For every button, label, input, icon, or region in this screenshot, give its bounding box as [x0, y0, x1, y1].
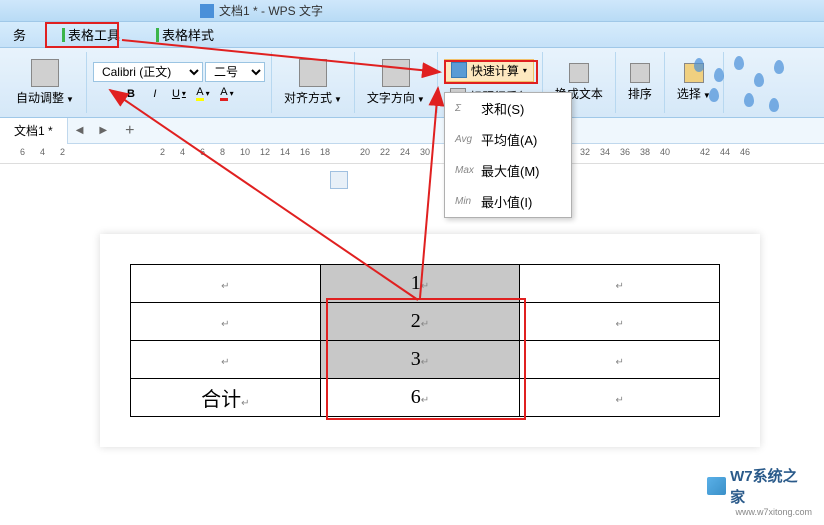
- table-cell[interactable]: ↵: [520, 265, 720, 303]
- wps-doc-icon: [200, 4, 214, 18]
- prev-tab-button[interactable]: ◀: [68, 121, 92, 140]
- table-row[interactable]: ↵ 1↵ ↵: [131, 265, 720, 303]
- calc-max-item[interactable]: Max 最大值(M): [445, 155, 571, 186]
- align-button[interactable]: 对齐方式▼: [278, 57, 348, 108]
- sort-button[interactable]: 排序: [622, 61, 658, 104]
- calc-avg-item[interactable]: Avg 平均值(A): [445, 124, 571, 155]
- quick-calc-button[interactable]: 快速计算 ▾: [444, 59, 534, 82]
- underline-button[interactable]: U▾: [168, 84, 190, 104]
- text-direction-icon: [382, 59, 410, 87]
- align-icon: [299, 59, 327, 87]
- highlight-button[interactable]: A▾: [192, 84, 214, 104]
- table-row[interactable]: ↵ 3↵ ↵: [131, 341, 720, 379]
- italic-button[interactable]: I: [144, 84, 166, 104]
- table-cell-selected[interactable]: 1↵: [320, 265, 520, 303]
- table-cell[interactable]: 6↵: [320, 379, 520, 417]
- calculator-icon: [451, 62, 467, 78]
- sigma-icon: Σ: [455, 103, 475, 114]
- table-cell[interactable]: 合计↵: [131, 379, 321, 417]
- tab-table-style[interactable]: 表格样式: [148, 21, 222, 48]
- font-group: Calibri (正文) 二号 B I U▾ A▾ A▾: [87, 52, 272, 113]
- table-row[interactable]: ↵ 2↵ ↵: [131, 303, 720, 341]
- calc-min-item[interactable]: Min 最小值(I): [445, 186, 571, 217]
- table-cell[interactable]: ↵: [520, 379, 720, 417]
- table-cell[interactable]: ↵: [131, 341, 321, 379]
- table-cell[interactable]: ↵: [520, 303, 720, 341]
- table-cell-selected[interactable]: 3↵: [320, 341, 520, 379]
- title-bar: 文档1 * - WPS 文字: [0, 0, 824, 22]
- auto-adjust-icon: [31, 59, 59, 87]
- sort-icon: [630, 63, 650, 83]
- font-family-select[interactable]: Calibri (正文): [93, 62, 203, 82]
- watermark: W7系统之家 www.w7xitong.com: [707, 509, 812, 517]
- bold-button[interactable]: B: [120, 84, 142, 104]
- tab-service[interactable]: 务: [5, 21, 34, 48]
- page: ↵ 1↵ ↵ ↵ 2↵ ↵ ↵ 3↵ ↵ 合计↵ 6↵ ↵: [100, 234, 760, 447]
- text-direction-button[interactable]: 文字方向▼: [361, 57, 431, 108]
- app-title: 文档1 * - WPS 文字: [219, 2, 323, 19]
- table-cell[interactable]: ↵: [131, 265, 321, 303]
- doc-tab-1[interactable]: 文档1 *: [0, 117, 68, 144]
- word-table[interactable]: ↵ 1↵ ↵ ↵ 2↵ ↵ ↵ 3↵ ↵ 合计↵ 6↵ ↵: [130, 264, 720, 417]
- tab-table-tools[interactable]: 表格工具: [54, 21, 128, 48]
- calc-sum-item[interactable]: Σ 求和(S): [445, 93, 571, 124]
- font-size-select[interactable]: 二号: [205, 62, 265, 82]
- tab-indicator-icon: [62, 28, 65, 42]
- ribbon-toolbar: 自动调整▼ Calibri (正文) 二号 B I U▾ A▾ A▾ 对齐方式▼…: [0, 48, 824, 118]
- min-icon: Min: [455, 196, 475, 207]
- column-insert-handle-icon[interactable]: [330, 171, 348, 189]
- font-color-button[interactable]: A▾: [216, 84, 238, 104]
- table-cell[interactable]: ↵: [131, 303, 321, 341]
- max-icon: Max: [455, 165, 475, 176]
- document-area[interactable]: ↵ 1↵ ↵ ↵ 2↵ ↵ ↵ 3↵ ↵ 合计↵ 6↵ ↵ 📋: [0, 164, 824, 524]
- convert-icon: [569, 63, 589, 83]
- next-tab-button[interactable]: ▶: [91, 121, 115, 140]
- table-cell-selected[interactable]: 2↵: [320, 303, 520, 341]
- avg-icon: Avg: [455, 134, 475, 145]
- horizontal-ruler[interactable]: 6422468101214161820222430323436384042444…: [0, 144, 824, 164]
- quick-calc-menu: Σ 求和(S) Avg 平均值(A) Max 最大值(M) Min 最小值(I): [444, 92, 572, 218]
- table-row[interactable]: 合计↵ 6↵ ↵: [131, 379, 720, 417]
- tab-indicator-icon: [156, 28, 159, 42]
- auto-adjust-button[interactable]: 自动调整▼: [10, 57, 80, 108]
- ribbon-tabs: 务 表格工具 表格样式: [0, 22, 824, 48]
- add-tab-button[interactable]: +: [115, 118, 144, 144]
- table-cell[interactable]: ↵: [520, 341, 720, 379]
- watermark-logo-icon: [707, 477, 726, 495]
